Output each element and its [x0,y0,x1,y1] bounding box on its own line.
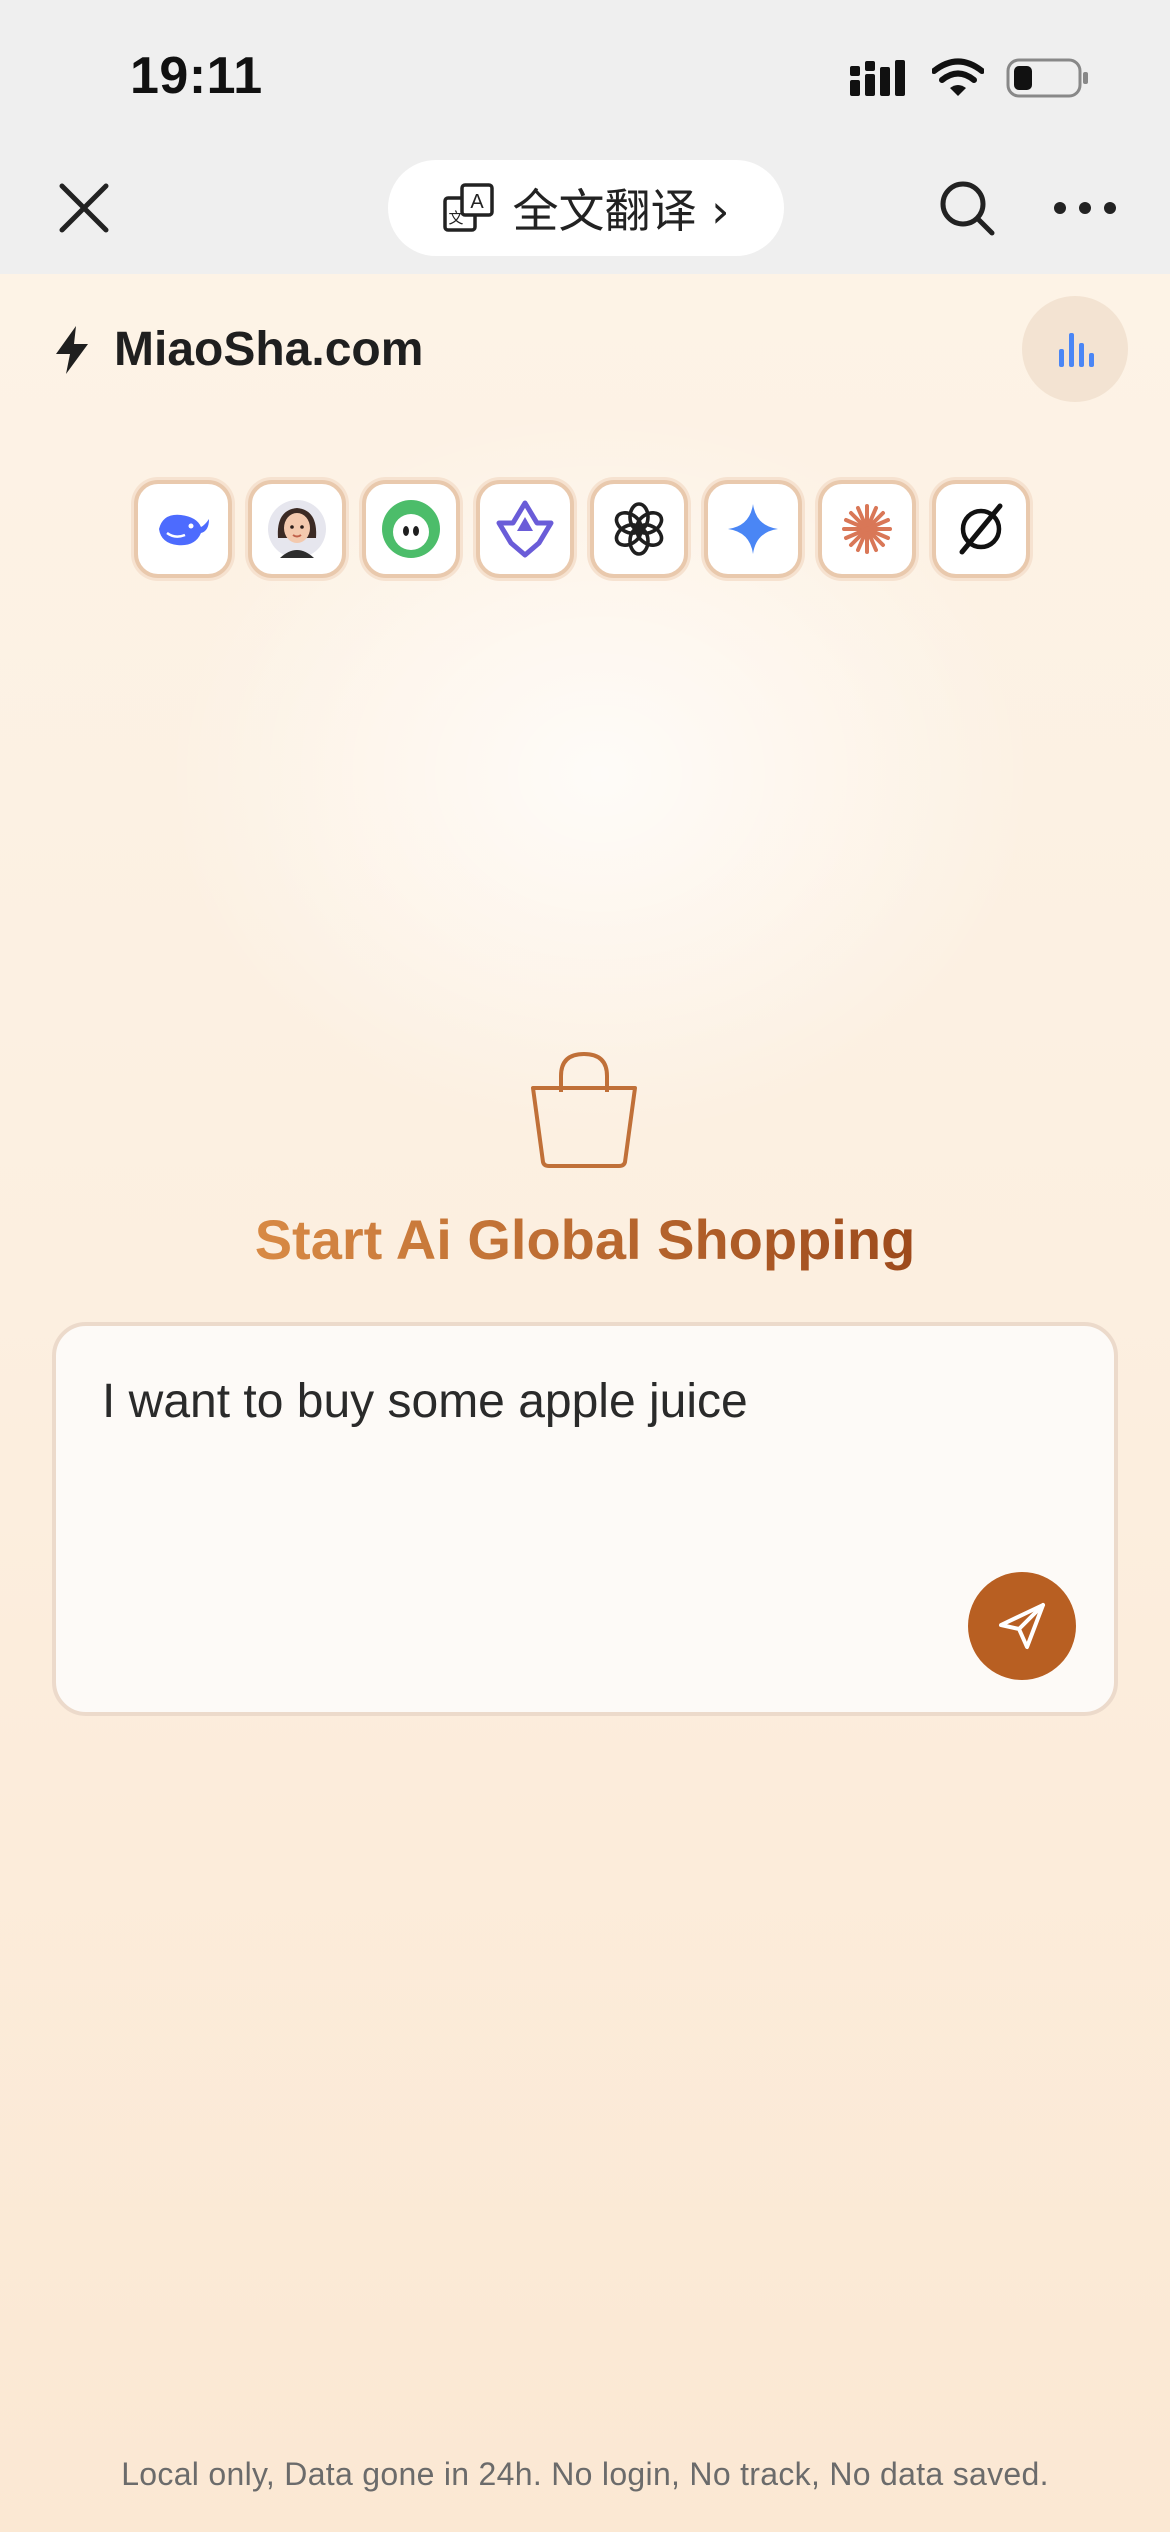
model-frog[interactable] [362,480,460,578]
qwen-star-icon [496,500,554,558]
cellular-signal-icon [850,60,905,96]
svg-text:A: A [471,191,485,213]
gemini-sparkle-icon [728,504,778,554]
claude-burst-icon [842,504,892,554]
chat-composer: I want to buy some apple juice [52,1322,1118,1716]
page-content: MiaoSha.com Start Ai Global Shopping I w… [0,274,1170,2532]
site-title: MiaoSha.com [114,323,424,376]
brand-header[interactable]: MiaoSha.com [52,322,423,377]
model-deepseek[interactable] [134,480,232,578]
browser-toolbar: A 文 全文翻译 › [0,150,1170,274]
wifi-icon [932,58,984,96]
model-qwen[interactable] [476,480,574,578]
close-icon[interactable] [52,176,116,240]
openai-knot-icon [614,502,664,556]
ai-model-selector [134,480,1030,578]
translate-page-button[interactable]: A 文 全文翻译 › [388,160,784,256]
stats-button[interactable] [1022,296,1128,402]
model-claude[interactable] [818,480,916,578]
lightning-icon [56,325,88,374]
avatar-girl-icon [268,500,326,558]
privacy-note: Local only, Data gone in 24h. No login, … [121,2456,1049,2492]
bar-chart-icon [1059,333,1094,367]
search-icon[interactable] [935,176,999,240]
grok-slash-icon [959,503,1003,555]
more-options-icon[interactable] [1052,180,1118,236]
deepseek-whale-icon [159,514,209,546]
translate-label: 全文翻译 › [512,184,730,238]
model-grok[interactable] [932,480,1030,578]
send-button[interactable] [968,1572,1076,1680]
send-icon [999,1603,1045,1649]
shopping-query-input[interactable]: I want to buy some apple juice [102,1374,1002,1429]
model-gemini[interactable] [704,480,802,578]
status-icons [850,56,1090,100]
status-bar: 19:11 [0,0,1170,150]
translate-icon: A 文 [443,183,495,232]
green-frog-icon [382,500,440,558]
model-openai[interactable] [590,480,688,578]
hero-title: Start Ai Global Shopping [254,1208,916,1271]
model-avatar[interactable] [248,480,346,578]
status-time: 19:11 [130,47,263,105]
battery-icon [1006,58,1088,98]
shopping-bag-icon [531,1051,637,1168]
svg-text:文: 文 [449,209,464,227]
